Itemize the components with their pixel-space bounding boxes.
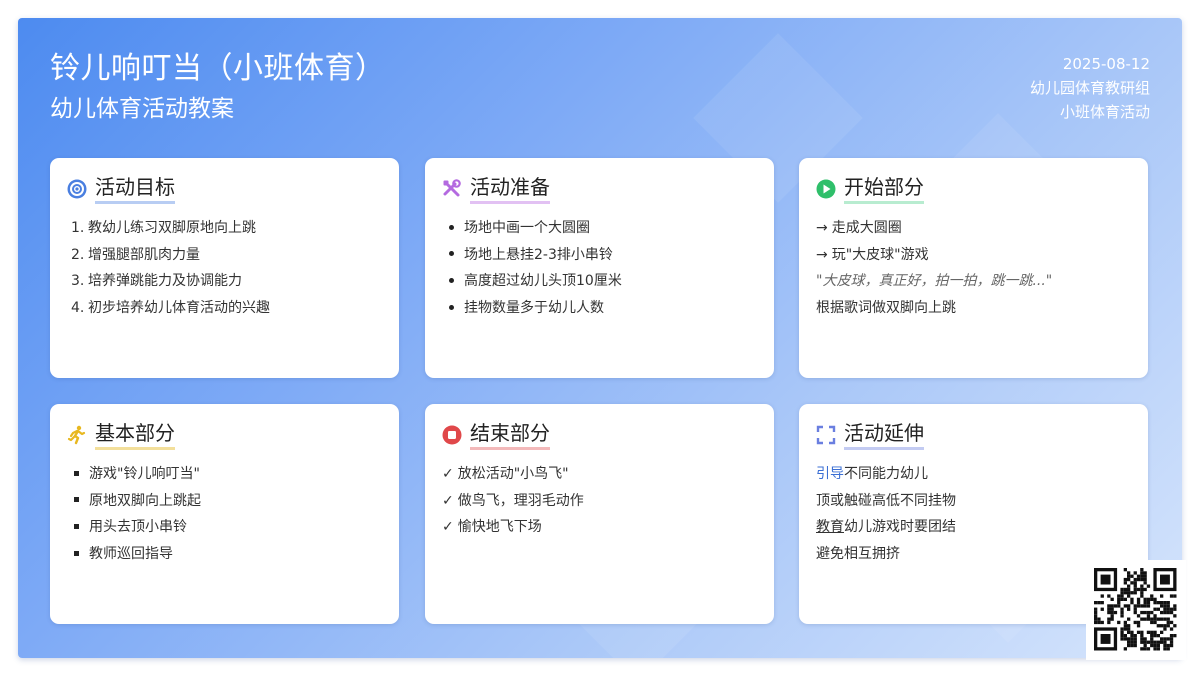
list-item: 1. 教幼儿练习双脚原地向上跳	[71, 220, 256, 236]
underline-text: 教育	[816, 519, 844, 536]
card-title: 开始部分	[844, 174, 924, 204]
card-header: 开始部分	[816, 174, 1132, 204]
card-body: ✓ 放松活动"小鸟飞" ✓ 做鸟飞，理羽毛动作 ✓ 愉快地飞下场	[442, 461, 758, 541]
goal-list: 1. 教幼儿练习双脚原地向上跳 2. 增强腿部肌肉力量 3. 培养弹跳能力及协调能力 …	[67, 215, 383, 322]
target-icon	[67, 179, 87, 199]
list-item: 高度超过幼儿头顶10厘米	[442, 268, 758, 295]
card-goals: 活动目标 1. 教幼儿练习双脚原地向上跳 2. 增强腿部肌肉力量 3. 培养弹跳能力及…	[50, 158, 399, 378]
step-line: 根据歌词做双脚向上跳	[816, 300, 956, 317]
card-body: 引导不同能力幼儿 顶或触碰高低不同挂物 教育幼儿游戏时要团结 避免相互拥挤	[816, 461, 1132, 568]
card-body: 游戏"铃儿响叮当" 原地双脚向上跳起 用头去顶小串铃 教师巡回指导	[67, 461, 383, 568]
card-body: 1. 教幼儿练习双脚原地向上跳 2. 增强腿部肌肉力量 3. 培养弹跳能力及协调能力 …	[67, 215, 383, 322]
list-item: 原地双脚向上跳起	[67, 488, 383, 515]
card-basic: 基本部分 游戏"铃儿响叮当" 原地双脚向上跳起 用头去顶小串铃 教师巡回指导	[50, 404, 399, 624]
header: 铃儿响叮当（小班体育） 幼儿体育活动教案	[50, 48, 386, 126]
list-item: 教师巡回指导	[67, 541, 383, 568]
basic-list: 游戏"铃儿响叮当" 原地双脚向上跳起 用头去顶小串铃 教师巡回指导	[67, 461, 383, 568]
list-item: 场地上悬挂2-3排小串铃	[442, 242, 758, 269]
running-icon	[67, 425, 87, 445]
org-text: 幼儿园体育教研组	[1029, 79, 1150, 97]
expand-icon	[816, 425, 836, 445]
tools-icon	[442, 179, 462, 199]
card-header: 活动目标	[67, 174, 383, 204]
play-icon	[816, 179, 836, 199]
card-end: 结束部分 ✓ 放松活动"小鸟飞" ✓ 做鸟飞，理羽毛动作 ✓ 愉快地飞下场	[425, 404, 774, 624]
qr-code-icon	[1086, 560, 1186, 660]
card-body: → 走成大圆圈 → 玩"大皮球"游戏 "大皮球，真正好，拍一拍，跳一跳..." 根据…	[816, 215, 1132, 322]
card-preparation: 活动准备 场地中画一个大圆圈 场地上悬挂2-3排小串铃 高度超过幼儿头顶10厘米…	[425, 158, 774, 378]
ext-line: 顶或触碰高低不同挂物	[816, 492, 956, 509]
prep-list: 场地中画一个大圆圈 场地上悬挂2-3排小串铃 高度超过幼儿头顶10厘米 挂物数量…	[442, 215, 758, 322]
card-start: 开始部分 → 走成大圆圈 → 玩"大皮球"游戏 "大皮球，真正好，拍一拍，跳一跳..…	[799, 158, 1148, 378]
page-subtitle: 幼儿体育活动教案	[50, 96, 234, 122]
step-line: → 玩"大皮球"游戏	[816, 246, 929, 263]
category-text: 小班体育活动	[1059, 103, 1150, 121]
card-title: 活动延伸	[844, 420, 924, 450]
card-header: 基本部分	[67, 420, 383, 450]
list-item: 挂物数量多于幼儿人数	[442, 295, 758, 322]
page-title: 铃儿响叮当（小班体育）	[50, 51, 386, 86]
ext-line: 避免相互拥挤	[816, 546, 900, 563]
highlight-text: 引导	[816, 466, 844, 482]
stop-icon	[442, 425, 462, 445]
card-header: 活动延伸	[816, 420, 1132, 450]
list-item: 用头去顶小串铃	[67, 514, 383, 541]
date-text: 2025-08-12	[1062, 55, 1150, 73]
header-meta: 2025-08-12 幼儿园体育教研组 小班体育活动	[1030, 52, 1150, 124]
card-title: 活动准备	[470, 174, 550, 204]
ext-line: 教育幼儿游戏时要团结	[816, 519, 956, 536]
list-item: 3. 培养弹跳能力及协调能力	[71, 273, 242, 290]
card-title: 基本部分	[95, 420, 175, 450]
list-item: ✓ 做鸟飞，理羽毛动作	[442, 492, 584, 509]
step-line: → 走成大圆圈	[816, 220, 902, 236]
list-item: 场地中画一个大圆圈	[442, 215, 758, 242]
card-header: 活动准备	[442, 174, 758, 204]
card-header: 结束部分	[442, 420, 758, 450]
card-body: 场地中画一个大圆圈 场地上悬挂2-3排小串铃 高度超过幼儿头顶10厘米 挂物数量…	[442, 215, 758, 322]
slide: 铃儿响叮当（小班体育） 幼儿体育活动教案 2025-08-12 幼儿园体育教研组…	[18, 18, 1182, 658]
card-title: 活动目标	[95, 174, 175, 204]
list-item: ✓ 愉快地飞下场	[442, 519, 542, 536]
list-item: 4. 初步培养幼儿体育活动的兴趣	[71, 300, 270, 317]
list-item: 2. 增强腿部肌肉力量	[71, 246, 200, 263]
card-title: 结束部分	[470, 420, 550, 450]
list-item: 游戏"铃儿响叮当"	[67, 461, 383, 488]
list-item: ✓ 放松活动"小鸟飞"	[442, 466, 569, 482]
ext-line: 引导不同能力幼儿	[816, 466, 928, 482]
song-quote: "大皮球，真正好，拍一拍，跳一跳..."	[816, 273, 1053, 290]
